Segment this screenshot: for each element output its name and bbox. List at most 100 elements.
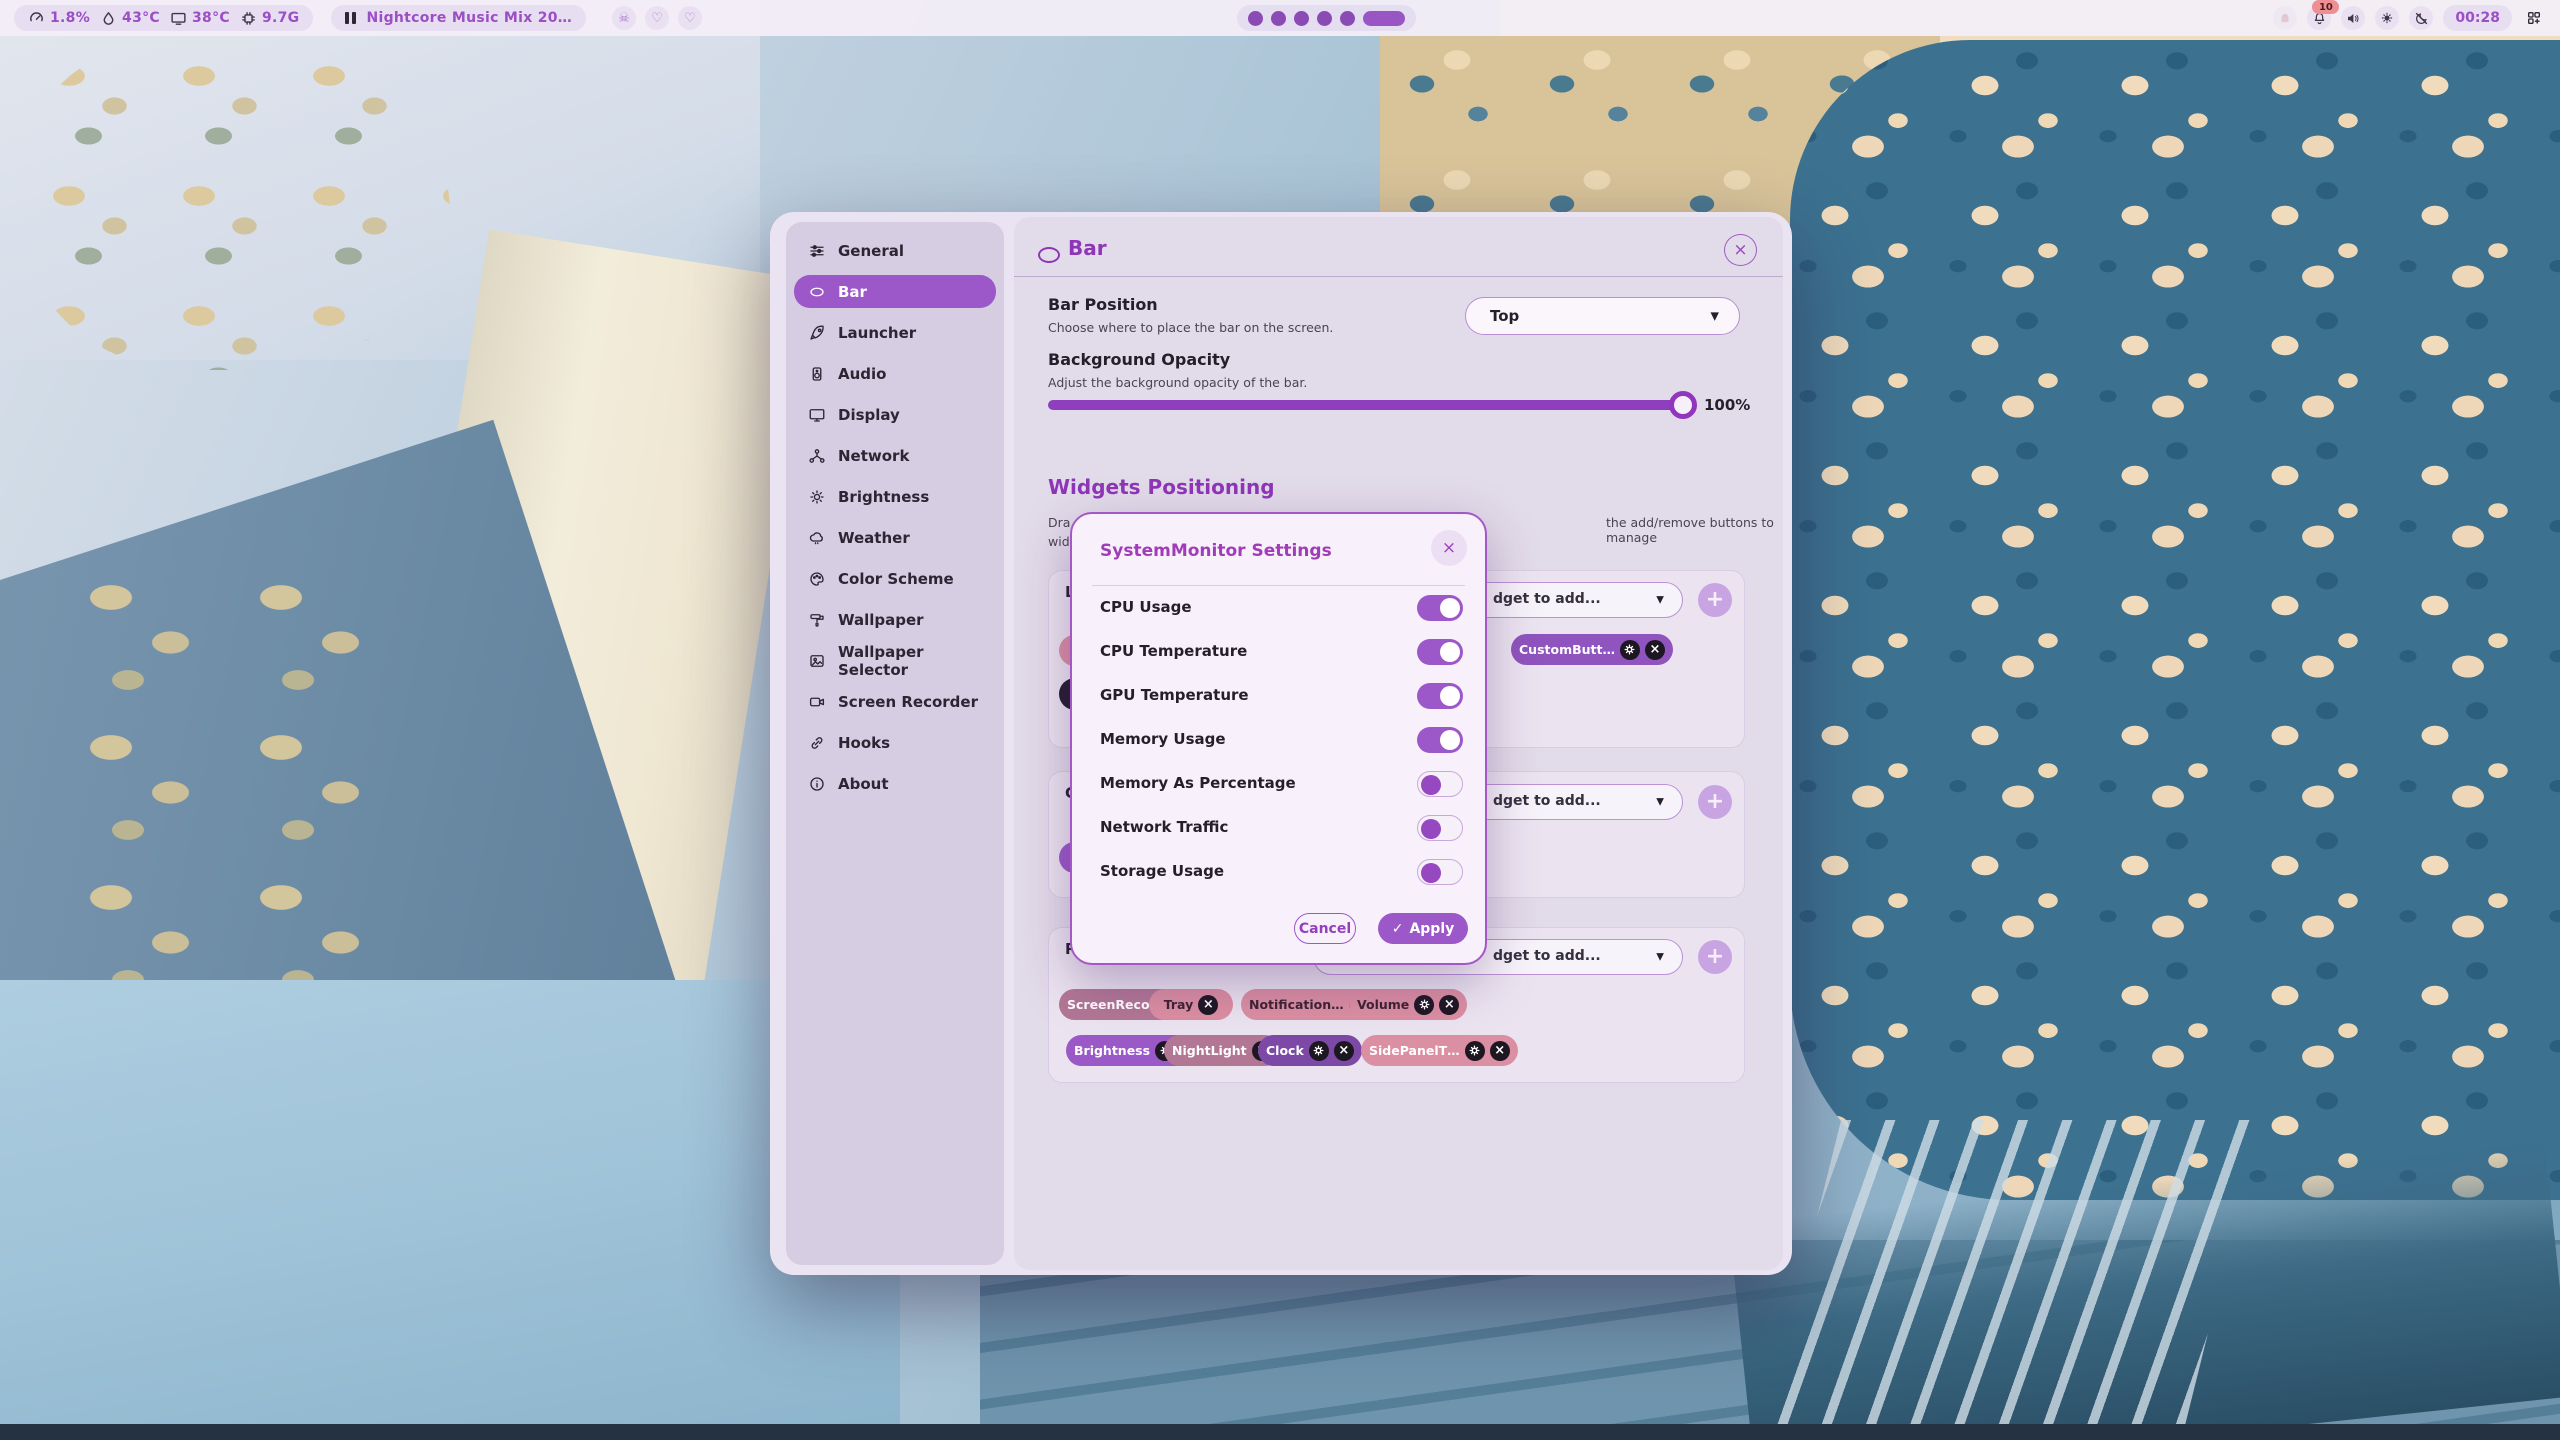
background-opacity-label: Background Opacity (1048, 350, 1230, 369)
add-widget-button[interactable]: + (1698, 785, 1732, 819)
cpu-gauge-icon (28, 10, 45, 27)
wallpaper-wall-bottom (0, 980, 900, 1440)
brightness-icon[interactable] (2375, 6, 2399, 30)
workspace-dot[interactable] (1294, 11, 1309, 26)
sidebar-item-network[interactable]: Network (794, 439, 996, 472)
updates-icon[interactable] (2273, 6, 2297, 30)
media-player-pill[interactable]: Nightcore Music Mix 20… (331, 5, 586, 31)
sidebar-item-audio[interactable]: Audio (794, 357, 996, 390)
workspace-dot[interactable] (1317, 11, 1332, 26)
sidebar-item-bar[interactable]: Bar (794, 275, 996, 308)
temperature-icon (100, 10, 117, 27)
background-opacity-slider-handle[interactable] (1669, 391, 1697, 419)
pause-icon (345, 12, 356, 24)
systemmonitor-settings-dialog: SystemMonitor Settings × CPU Usage CPU T… (1070, 512, 1487, 965)
widget-chip[interactable]: Volume × (1349, 989, 1467, 1020)
widget-chip[interactable]: Tray × (1149, 989, 1233, 1020)
apply-button[interactable]: ✓ Apply (1378, 913, 1468, 944)
background-opacity-value: 100% (1704, 396, 1750, 414)
chip-settings-icon[interactable] (1465, 1041, 1485, 1061)
page-title: Bar (1068, 236, 1107, 260)
storage-usage-toggle[interactable] (1417, 859, 1463, 885)
sidebar-item-screen-recorder[interactable]: Screen Recorder (794, 685, 996, 718)
sidebar-item-wallpaper-selector[interactable]: Wallpaper Selector (794, 644, 996, 677)
widget-chip[interactable]: SidePanelT… × (1361, 1035, 1518, 1066)
chip-settings-icon[interactable] (1309, 1041, 1329, 1061)
sidebar-item-label: General (838, 242, 904, 260)
sidebar-item-about[interactable]: About (794, 767, 996, 800)
check-icon: ✓ (1392, 921, 1404, 937)
bell-icon[interactable]: 10 (2307, 6, 2331, 30)
network-traffic-toggle[interactable] (1417, 815, 1463, 841)
sidebar-item-display[interactable]: Display (794, 398, 996, 431)
chip-remove-icon[interactable]: × (1439, 995, 1459, 1015)
apps-grid-icon[interactable] (2522, 6, 2546, 30)
widgets-description-fragment: wid (1048, 534, 1070, 549)
chip-settings-icon[interactable] (1414, 995, 1434, 1015)
window-close-button[interactable]: × (1724, 234, 1757, 266)
wallpaper-railing (1759, 1120, 2261, 1440)
workspace-active-pill[interactable] (1363, 11, 1405, 26)
volume-icon[interactable] (2341, 6, 2365, 30)
sidebar-item-label: Display (838, 406, 900, 424)
workspace-dot[interactable] (1340, 11, 1355, 26)
night-light-off-icon[interactable] (2409, 6, 2433, 30)
image-icon (808, 652, 826, 670)
sidebar-item-hooks[interactable]: Hooks (794, 726, 996, 759)
sidebar-item-weather[interactable]: Weather (794, 521, 996, 554)
dialog-close-button[interactable]: × (1431, 530, 1467, 566)
workspace-dot[interactable] (1248, 11, 1263, 26)
memory-value: 9.7G (262, 10, 300, 26)
bar-position-description: Choose where to place the bar on the scr… (1048, 320, 1333, 335)
video-camera-icon (808, 693, 826, 711)
chip-remove-icon[interactable]: × (1645, 640, 1665, 660)
add-widget-dropdown-text: dget to add... (1493, 948, 1601, 964)
chip-settings-icon[interactable] (1620, 640, 1640, 660)
cpu-temperature-toggle[interactable] (1417, 639, 1463, 665)
notification-badge: 10 (2312, 0, 2339, 14)
gpu-temperature-toggle[interactable] (1417, 683, 1463, 709)
bar-page-icon (1038, 247, 1060, 263)
speaker-box-icon (808, 365, 826, 383)
toggle-label: Memory Usage (1100, 730, 1226, 748)
skull-icon[interactable]: ☠ (612, 6, 636, 30)
heart-icon[interactable]: ♡ (645, 6, 669, 30)
chevron-down-icon: ▼ (1656, 595, 1664, 606)
dialog-divider (1092, 585, 1465, 586)
sidebar-item-wallpaper[interactable]: Wallpaper (794, 603, 996, 636)
chip-remove-icon[interactable]: × (1334, 1041, 1354, 1061)
sidebar-item-label: About (838, 775, 889, 793)
memory-icon (240, 10, 257, 27)
clock[interactable]: 00:28 (2443, 5, 2512, 31)
sidebar-item-brightness[interactable]: Brightness (794, 480, 996, 513)
toggle-label: Network Traffic (1100, 818, 1228, 836)
sidebar-item-general[interactable]: General (794, 234, 996, 267)
sidebar-item-launcher[interactable]: Launcher (794, 316, 996, 349)
cpu-usage-toggle[interactable] (1417, 595, 1463, 621)
background-opacity-slider[interactable] (1048, 400, 1688, 410)
cpu-temp-value: 43°C (122, 10, 160, 26)
cpu-usage-value: 1.8% (50, 10, 90, 26)
chip-remove-icon[interactable]: × (1490, 1041, 1510, 1061)
sidebar-item-label: Color Scheme (838, 570, 954, 588)
add-widget-dropdown-text: dget to add... (1493, 591, 1601, 607)
cancel-button[interactable]: Cancel (1294, 913, 1356, 944)
workspace-dot[interactable] (1271, 11, 1286, 26)
chip-remove-icon[interactable]: × (1198, 995, 1218, 1015)
top-bar: 1.8% 43°C 38°C 9.7G Nightcore Music Mix … (0, 0, 2560, 36)
memory-as-percentage-toggle[interactable] (1417, 771, 1463, 797)
bar-position-label: Bar Position (1048, 295, 1158, 314)
wallpaper-bottom-band (0, 1424, 2560, 1440)
heart-icon[interactable]: ♡ (678, 6, 702, 30)
widgets-description-fragment: the add/remove buttons to manage (1606, 515, 1783, 545)
widget-chip[interactable]: CustomButt… × (1511, 634, 1673, 665)
add-widget-button[interactable]: + (1698, 940, 1732, 974)
desktop: 1.8% 43°C 38°C 9.7G Nightcore Music Mix … (0, 0, 2560, 1440)
widget-chip[interactable]: Clock × (1258, 1035, 1362, 1066)
memory-usage-toggle[interactable] (1417, 727, 1463, 753)
sidebar-item-color-scheme[interactable]: Color Scheme (794, 562, 996, 595)
wallpaper-vine-leaves (60, 560, 420, 980)
memory-stat: 9.7G (240, 10, 300, 27)
add-widget-button[interactable]: + (1698, 583, 1732, 617)
bar-position-dropdown[interactable]: Top ▼ (1465, 297, 1740, 335)
